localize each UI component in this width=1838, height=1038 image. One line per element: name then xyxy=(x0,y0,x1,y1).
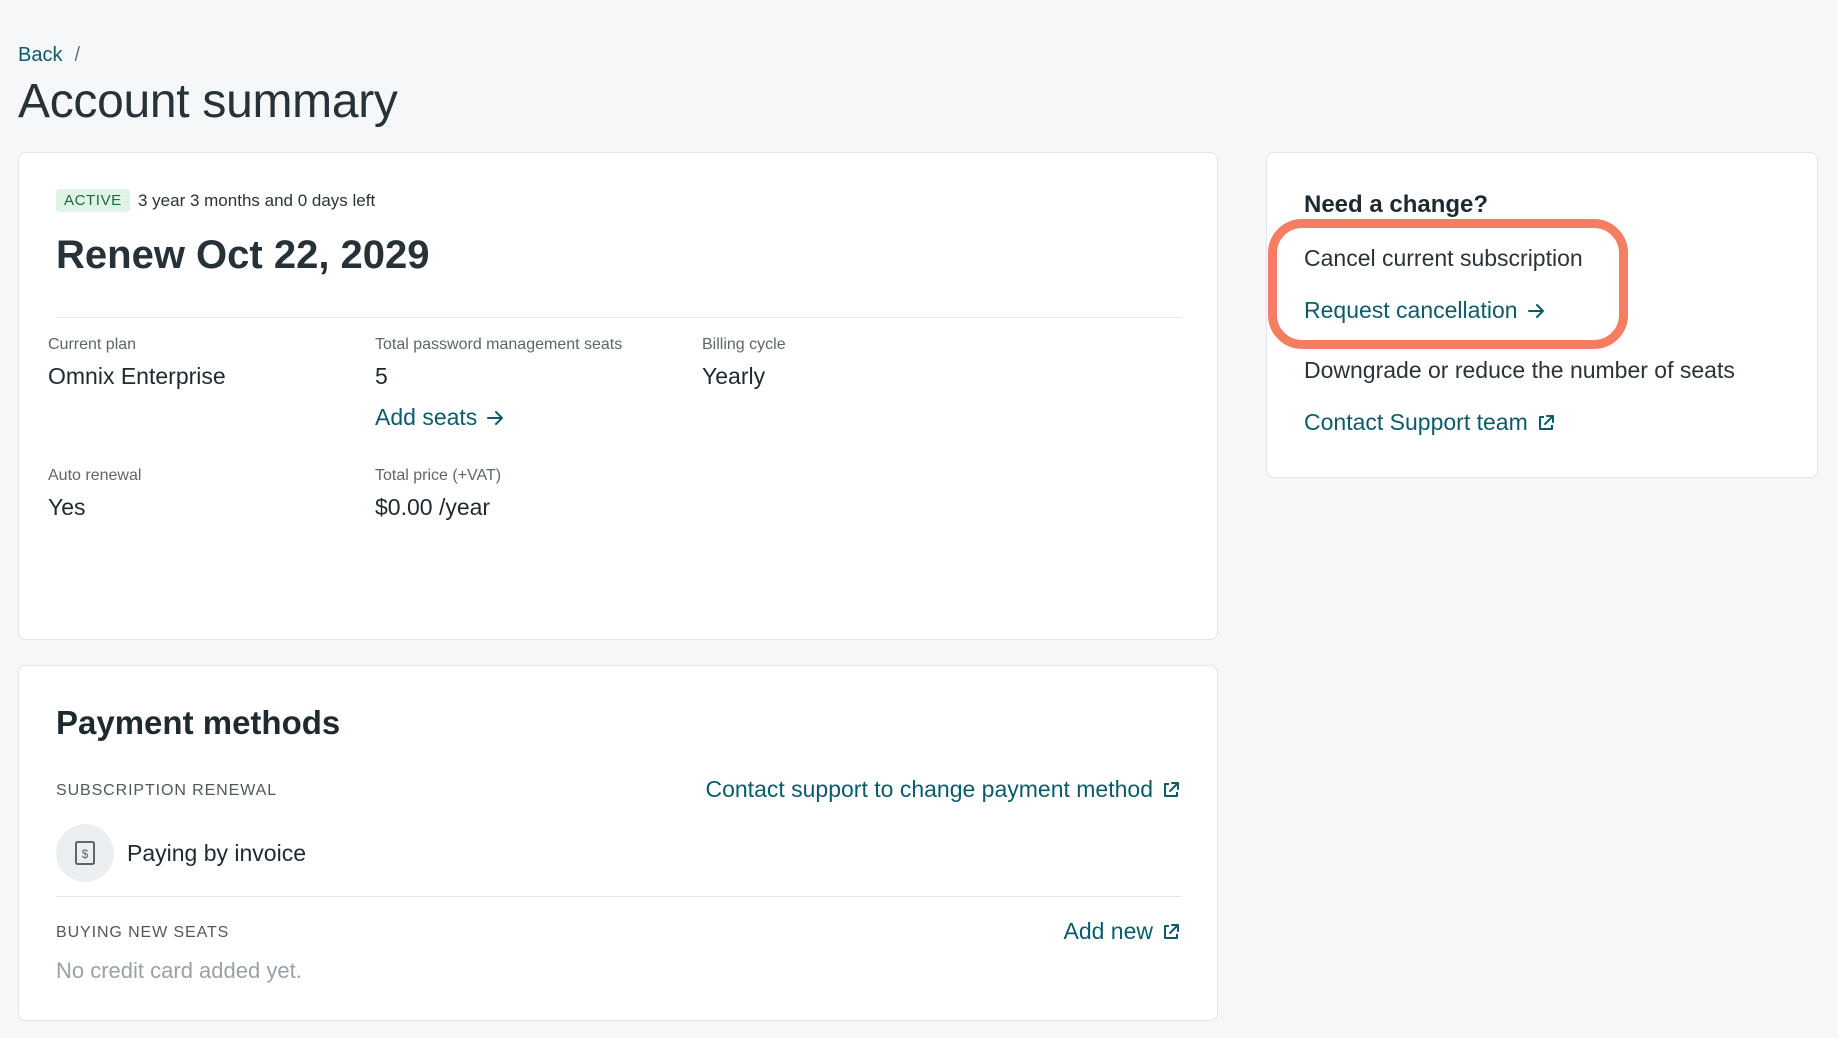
breadcrumb: Back / xyxy=(18,44,80,67)
invoice-icon: $ xyxy=(56,824,114,882)
subscription-summary-card: ACTIVE 3 year 3 months and 0 days left R… xyxy=(18,152,1218,640)
current-plan-label: Current plan xyxy=(48,336,137,353)
add-seats-link[interactable]: Add seats xyxy=(375,404,505,431)
payment-methods-card: Payment methods SUBSCRIPTION RENEWAL Con… xyxy=(18,665,1218,1021)
need-change-title: Need a change? xyxy=(1304,191,1489,218)
current-plan-value: Omnix Enterprise xyxy=(48,363,226,389)
seats-value: 5 xyxy=(375,363,388,389)
request-cancellation-label: Request cancellation xyxy=(1304,297,1518,323)
back-link[interactable]: Back xyxy=(18,44,62,67)
cancel-subscription-text: Cancel current subscription xyxy=(1304,245,1583,271)
payment-divider xyxy=(56,896,1181,897)
auto-renewal-label: Auto renewal xyxy=(48,467,142,484)
add-new-card-link[interactable]: Add new xyxy=(1063,918,1181,945)
payment-methods-title: Payment methods xyxy=(56,704,341,741)
no-credit-card-text: No credit card added yet. xyxy=(56,958,302,983)
external-link-icon xyxy=(1164,923,1179,939)
need-change-card: Need a change? Cancel current subscripti… xyxy=(1266,152,1818,478)
external-link-icon xyxy=(1538,414,1554,430)
contact-support-payment-label: Contact support to change payment method xyxy=(705,776,1153,802)
auto-renewal-value: Yes xyxy=(48,494,86,520)
svg-text:$: $ xyxy=(82,847,89,861)
arrow-right-icon xyxy=(487,410,504,425)
total-price-label: Total price (+VAT) xyxy=(375,467,502,484)
downgrade-text: Downgrade or reduce the number of seats xyxy=(1304,357,1735,383)
add-new-label: Add new xyxy=(1063,918,1153,944)
request-cancellation-link[interactable]: Request cancellation xyxy=(1304,297,1546,324)
seats-label: Total password management seats xyxy=(375,336,623,353)
contact-support-payment-link[interactable]: Contact support to change payment method xyxy=(705,776,1181,803)
billing-cycle-label: Billing cycle xyxy=(702,336,786,353)
billing-cycle-value: Yearly xyxy=(702,363,766,389)
subscription-renewal-label: SUBSCRIPTION RENEWAL xyxy=(56,782,277,799)
time-left-text: 3 year 3 months and 0 days left xyxy=(138,191,376,210)
external-link-icon xyxy=(1164,781,1179,797)
add-seats-label: Add seats xyxy=(375,404,478,430)
page-title: Account summary xyxy=(18,75,398,128)
total-price-value: $0.00 /year xyxy=(375,494,491,520)
contact-support-team-link[interactable]: Contact Support team xyxy=(1304,409,1556,436)
arrow-right-icon xyxy=(1527,303,1544,318)
summary-divider xyxy=(56,317,1181,318)
buying-new-seats-label: BUYING NEW SEATS xyxy=(56,924,230,941)
breadcrumb-separator: / xyxy=(74,44,81,66)
renew-date-title: Renew Oct 22, 2029 xyxy=(56,233,430,277)
contact-support-team-label: Contact Support team xyxy=(1304,409,1528,435)
status-badge: ACTIVE xyxy=(56,189,130,212)
paying-by-invoice-text: Paying by invoice xyxy=(127,840,306,866)
page: Back / Account summary ACTIVE 3 year 3 m… xyxy=(0,0,1838,1038)
